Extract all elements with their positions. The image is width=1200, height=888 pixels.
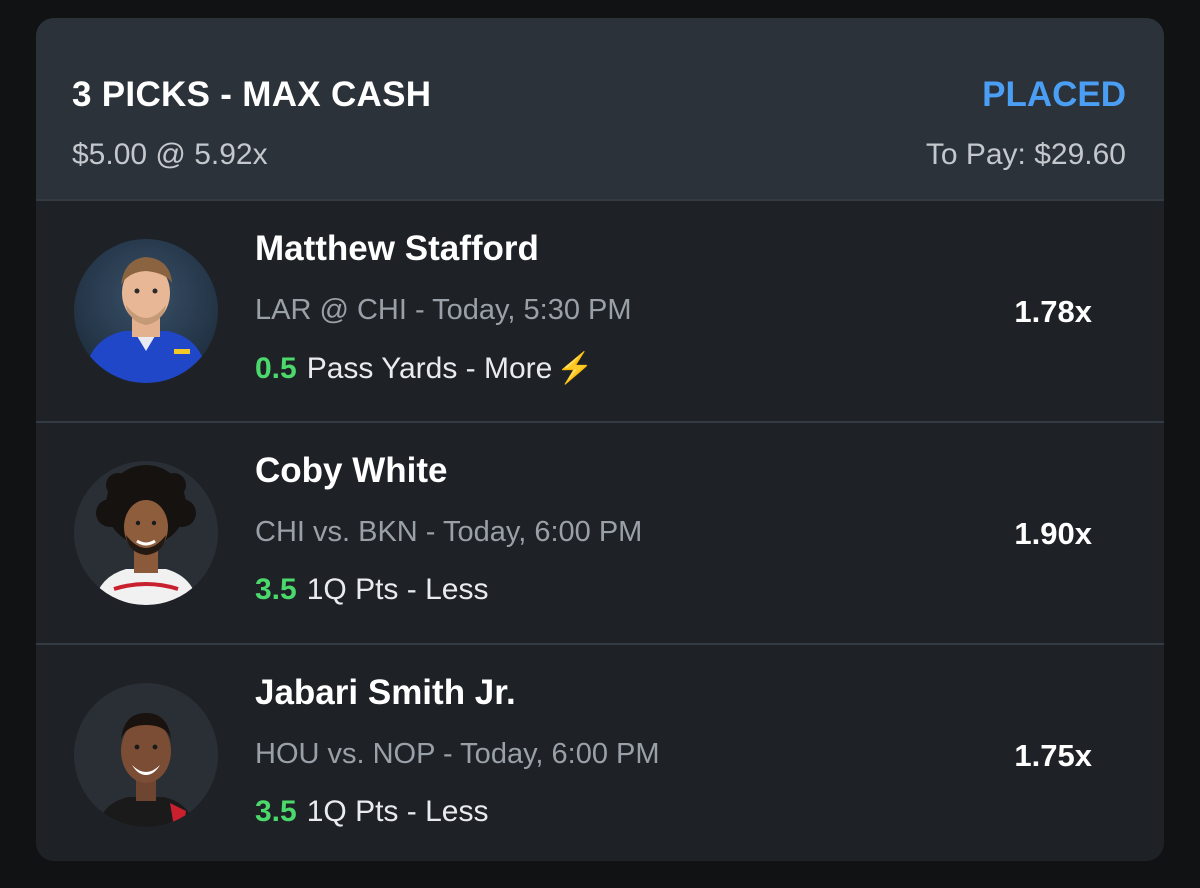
game-info: CHI vs. BKN - Today, 6:00 PM	[255, 516, 642, 549]
matchup: LAR @ CHI	[255, 294, 407, 326]
game-info: LAR @ CHI - Today, 5:30 PM	[255, 294, 632, 327]
entry-card[interactable]: 3 PICKS - MAX CASH PLACED $5.00 @ 5.92x …	[36, 18, 1164, 861]
player-name: Jabari Smith Jr.	[255, 673, 516, 712]
pick-row[interactable]: Coby White CHI vs. BKN - Today, 6:00 PM …	[36, 421, 1164, 643]
pick-multiplier: 1.75x	[1014, 738, 1092, 773]
line-text: Pass Yards - More	[306, 352, 553, 385]
lightning-bolt-icon: ⚡	[556, 352, 594, 385]
entry-header: 3 PICKS - MAX CASH PLACED $5.00 @ 5.92x …	[36, 18, 1164, 199]
stake-text: $5.00 @ 5.92x	[72, 138, 268, 171]
line-value: 3.5	[255, 795, 297, 828]
status-badge: PLACED	[982, 75, 1126, 114]
to-pay-text: To Pay: $29.60	[925, 138, 1126, 171]
game-time: - Today, 5:30 PM	[406, 294, 632, 326]
line-text: 1Q Pts - Less	[306, 795, 489, 828]
entry-title: 3 PICKS - MAX CASH	[72, 75, 432, 114]
line-value: 3.5	[255, 573, 297, 606]
player-name: Matthew Stafford	[255, 229, 539, 268]
pick-line: 3.5 1Q Pts - Less	[255, 795, 488, 829]
player-name: Coby White	[255, 451, 448, 490]
player-avatar	[74, 683, 218, 827]
pick-multiplier: 1.78x	[1014, 294, 1092, 329]
game-info: HOU vs. NOP - Today, 6:00 PM	[255, 738, 660, 771]
pick-line: 3.5 1Q Pts - Less	[255, 573, 488, 607]
pick-row[interactable]: Jabari Smith Jr. HOU vs. NOP - Today, 6:…	[36, 643, 1164, 861]
pick-row[interactable]: Matthew Stafford LAR @ CHI - Today, 5:30…	[36, 199, 1164, 421]
matchup: CHI vs. BKN	[255, 516, 418, 548]
pick-line: 0.5 Pass Yards - More ⚡	[255, 351, 594, 386]
game-time: - Today, 6:00 PM	[434, 738, 660, 770]
matchup: HOU vs. NOP	[255, 738, 435, 770]
pick-multiplier: 1.90x	[1014, 516, 1092, 551]
line-text: 1Q Pts - Less	[306, 573, 489, 606]
line-value: 0.5	[255, 352, 297, 385]
player-avatar	[74, 239, 218, 383]
game-time: - Today, 6:00 PM	[417, 516, 643, 548]
player-avatar	[74, 461, 218, 605]
